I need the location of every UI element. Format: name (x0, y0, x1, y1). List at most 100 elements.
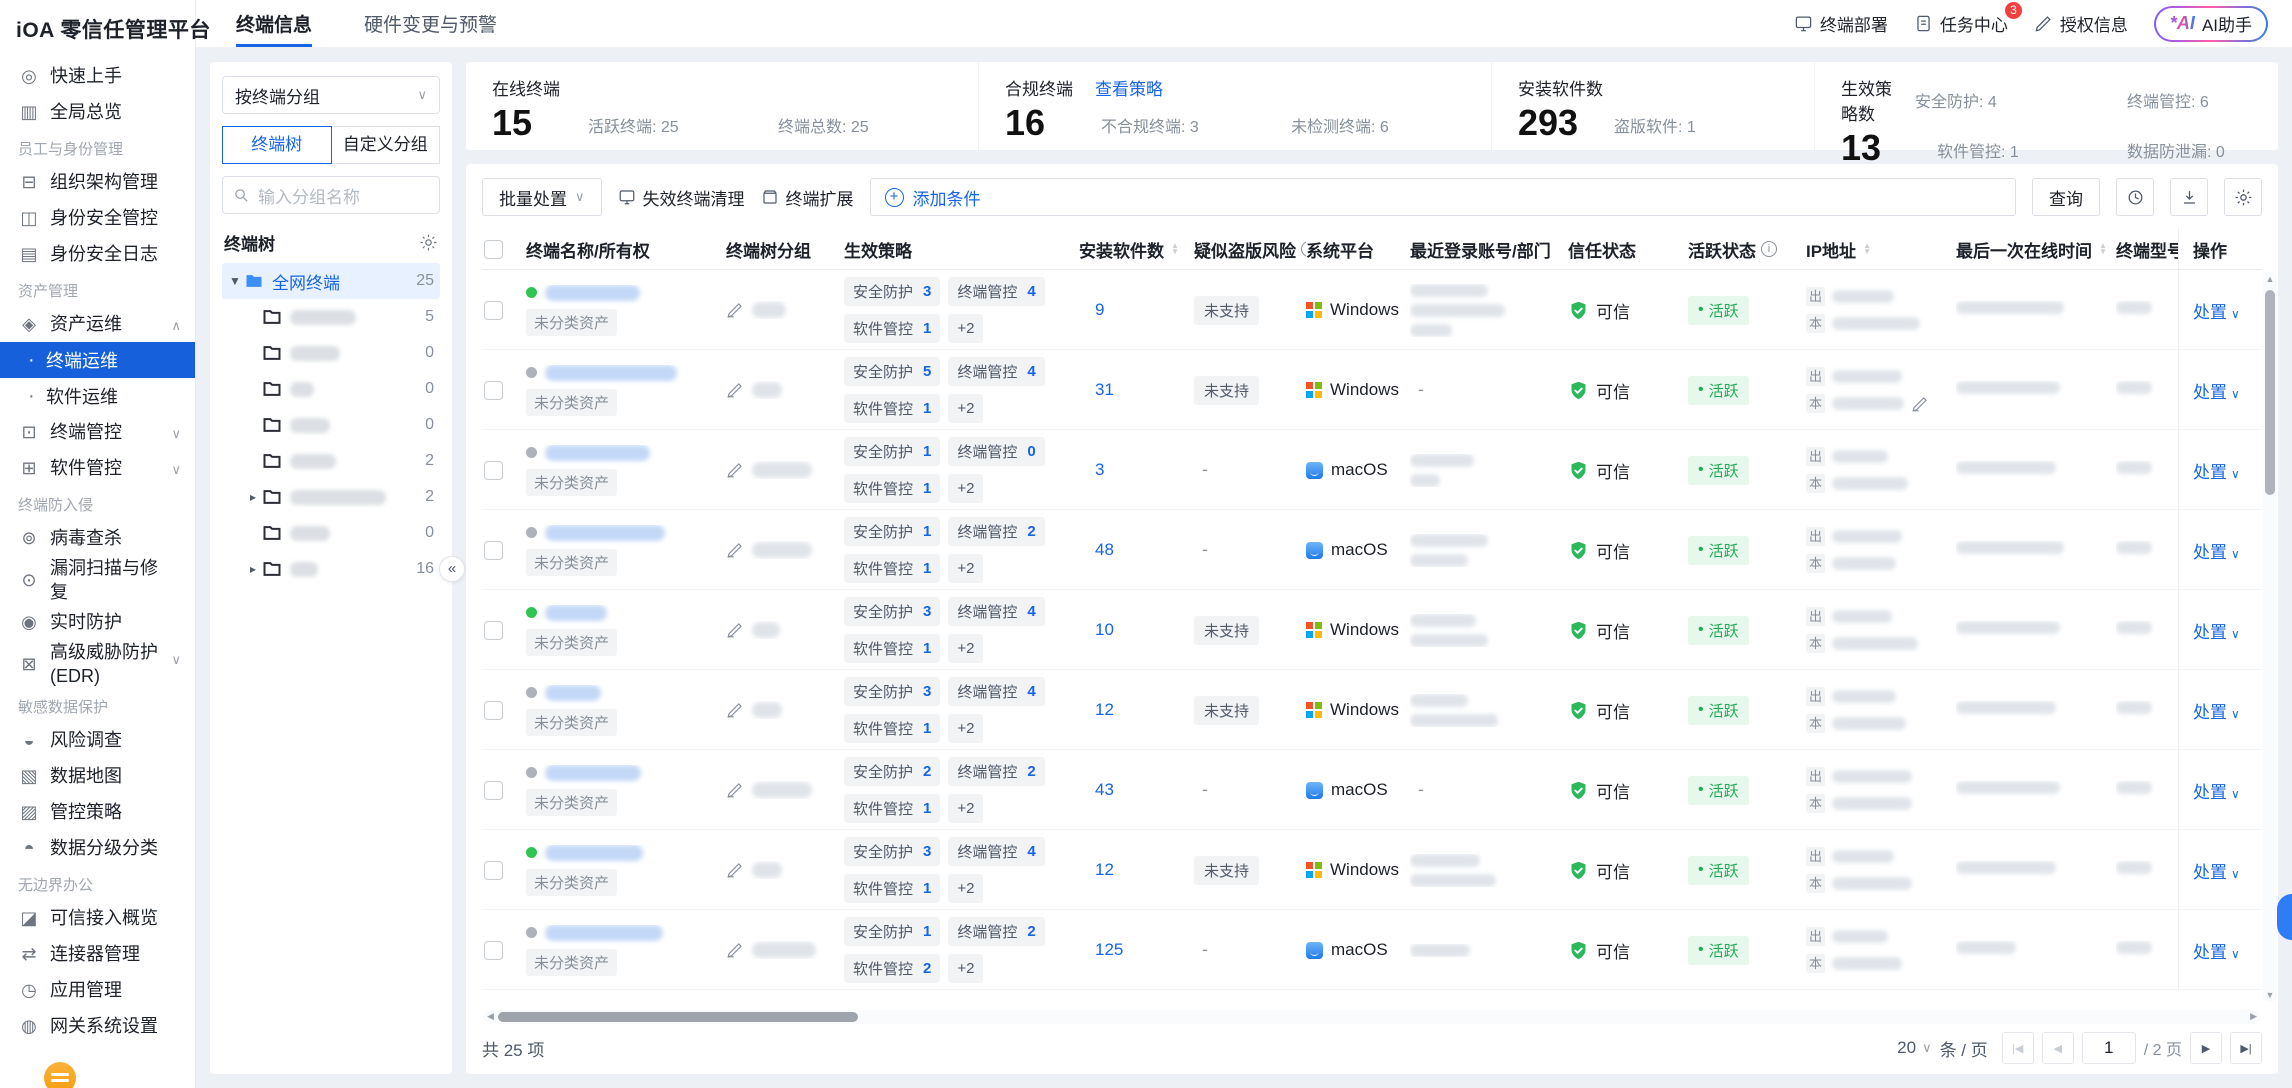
sidebar-item-26[interactable]: ◍ 网关系统设置 (0, 1008, 195, 1044)
tree-node-6[interactable]: ▸ 2 (222, 479, 440, 515)
invalid-terminal-clean-button[interactable]: 失效终端清理 (618, 185, 745, 210)
dispose-button[interactable]: 处置 ∨ (2193, 938, 2240, 963)
prev-page-button[interactable]: ◀ (2041, 1032, 2074, 1064)
installed-software-count-link[interactable]: 125 (1079, 940, 1123, 959)
gear-icon[interactable] (419, 233, 438, 252)
vertical-scrollbar[interactable]: ▲ ▼ (2263, 272, 2277, 1002)
installed-software-count-link[interactable]: 43 (1079, 780, 1114, 799)
collapse-panel-icon[interactable]: « (439, 556, 465, 582)
terminal-name-redacted[interactable] (545, 924, 663, 941)
header-action-1[interactable]: 任务中心 3 (1914, 2, 2022, 36)
ai-assistant-button[interactable]: *AI AI助手 (2153, 5, 2268, 42)
tree-node-3[interactable]: 0 (222, 371, 440, 407)
terminal-name-redacted[interactable] (545, 684, 601, 701)
sidebar-subitem-9[interactable]: · 软件运维 (0, 378, 195, 414)
sidebar-item-15[interactable]: ◉ 实时防护 (0, 604, 195, 640)
column-settings-button[interactable] (2224, 178, 2262, 216)
dispose-button[interactable]: 处置 ∨ (2193, 378, 2240, 403)
info-icon[interactable]: i (1761, 241, 1777, 257)
column-header-10[interactable]: 最后一次在线时间 ▲ ▼ (1956, 237, 2116, 262)
tree-node-2[interactable]: 0 (222, 335, 440, 371)
installed-software-count-link[interactable]: 9 (1079, 300, 1104, 319)
dispose-button[interactable]: 处置 ∨ (2193, 298, 2240, 323)
tree-node-5[interactable]: 2 (222, 443, 440, 479)
row-checkbox[interactable] (484, 460, 503, 480)
header-action-2[interactable]: 授权信息 (2034, 11, 2128, 36)
sidebar-item-18[interactable]: ◒ 风险调查 (0, 722, 195, 758)
export-button[interactable] (2170, 178, 2208, 216)
row-checkbox[interactable] (484, 620, 503, 640)
terminal-name-redacted[interactable] (545, 844, 643, 861)
first-page-button[interactable]: |◀ (2001, 1032, 2034, 1064)
vertical-scroll-thumb[interactable] (2265, 290, 2275, 495)
dispose-button[interactable]: 处置 ∨ (2193, 538, 2240, 563)
terminal-name-redacted[interactable] (545, 764, 641, 781)
group-mode-select[interactable]: 按终端分组 ∨ (222, 76, 440, 114)
dispose-button[interactable]: 处置 ∨ (2193, 458, 2240, 483)
tree-node-4[interactable]: 0 (222, 407, 440, 443)
sidebar-item-11[interactable]: ⊞ 软件管控 ∨ (0, 450, 195, 486)
scroll-up-icon[interactable]: ▲ (2263, 274, 2277, 284)
row-checkbox[interactable] (484, 860, 503, 880)
terminal-name-redacted[interactable] (545, 284, 640, 301)
next-page-button[interactable]: ▶ (2190, 1032, 2222, 1064)
tree-node-root[interactable]: ▼ 全网终端 25 (222, 263, 440, 299)
floating-helper-button[interactable] (44, 1062, 76, 1088)
installed-software-count-link[interactable]: 3 (1079, 460, 1104, 479)
edit-pencil-icon[interactable] (726, 781, 744, 799)
installed-software-count-link[interactable]: 48 (1079, 540, 1114, 559)
scroll-down-icon[interactable]: ▼ (2263, 990, 2277, 1000)
sidebar-item-3[interactable]: ⊟ 组织架构管理 (0, 164, 195, 200)
horizontal-scroll-thumb[interactable] (498, 1012, 858, 1022)
sidebar-item-13[interactable]: ⊚ 病毒查杀 (0, 520, 195, 556)
row-checkbox[interactable] (484, 540, 503, 560)
sidebar-item-21[interactable]: ◓ 数据分级分类 (0, 830, 195, 866)
sidebar-item-10[interactable]: ⊡ 终端管控 ∨ (0, 414, 195, 450)
terminal-extend-button[interactable]: 终端扩展 (761, 185, 854, 210)
edge-floating-button[interactable] (2277, 894, 2292, 940)
sidebar-item-20[interactable]: ▨ 管控策略 (0, 794, 195, 830)
terminal-name-redacted[interactable] (545, 364, 677, 381)
sidebar-item-14[interactable]: ⊙ 漏洞扫描与修复 (0, 556, 195, 604)
edit-pencil-icon[interactable] (726, 701, 744, 719)
page-input[interactable]: 1 (2081, 1032, 2136, 1064)
sidebar-item-25[interactable]: ◷ 应用管理 (0, 972, 195, 1008)
caret-down-icon[interactable]: ▼ (226, 274, 244, 288)
sidebar-item-24[interactable]: ⇄ 连接器管理 (0, 936, 195, 972)
installed-software-count-link[interactable]: 12 (1079, 860, 1114, 879)
row-checkbox[interactable] (484, 300, 503, 320)
installed-software-count-link[interactable]: 12 (1079, 700, 1114, 719)
row-checkbox[interactable] (484, 780, 503, 800)
header-action-0[interactable]: 终端部署 (1794, 11, 1888, 36)
sort-icon[interactable]: ▲ ▼ (1863, 242, 1871, 256)
sidebar-item-4[interactable]: ◫ 身份安全管控 (0, 200, 195, 236)
sidebar-item-1[interactable]: ▥ 全局总览 (0, 94, 195, 130)
caret-right-icon[interactable]: ▸ (244, 490, 262, 504)
terminal-name-redacted[interactable] (545, 444, 650, 461)
edit-pencil-icon[interactable] (726, 381, 744, 399)
view-policy-link[interactable]: 查看策略 (1095, 75, 1163, 100)
row-checkbox[interactable] (484, 380, 503, 400)
row-checkbox[interactable] (484, 940, 503, 960)
sidebar-item-5[interactable]: ▤ 身份安全日志 (0, 236, 195, 272)
tree-node-8[interactable]: ▸ 16 (222, 551, 440, 587)
horizontal-scrollbar[interactable]: ◀ ▶ (484, 1010, 2260, 1024)
terminal-name-redacted[interactable] (545, 604, 607, 621)
tab-1[interactable]: 硬件变更与预警 (364, 0, 497, 47)
edit-pencil-icon[interactable] (726, 861, 744, 879)
edit-pencil-icon[interactable] (726, 941, 744, 959)
dispose-button[interactable]: 处置 ∨ (2193, 618, 2240, 643)
scroll-left-icon[interactable]: ◀ (487, 1011, 494, 1022)
tab-custom-group[interactable]: 自定义分组 (330, 126, 440, 164)
edit-pencil-icon[interactable] (726, 621, 744, 639)
dispose-button[interactable]: 处置 ∨ (2193, 698, 2240, 723)
sort-icon[interactable]: ▲ ▼ (1171, 242, 1179, 256)
filter-condition-bar[interactable]: + 添加条件 (869, 178, 2016, 216)
sidebar-item-23[interactable]: ◪ 可信接入概览 (0, 900, 195, 936)
installed-software-count-link[interactable]: 31 (1079, 380, 1114, 399)
terminal-name-redacted[interactable] (545, 524, 665, 541)
sidebar-item-0[interactable]: ◎ 快速上手 (0, 58, 195, 94)
page-size-select[interactable]: 20 ∨ (1897, 1038, 1931, 1058)
tab-terminal-tree[interactable]: 终端树 (222, 126, 332, 164)
dispose-button[interactable]: 处置 ∨ (2193, 778, 2240, 803)
